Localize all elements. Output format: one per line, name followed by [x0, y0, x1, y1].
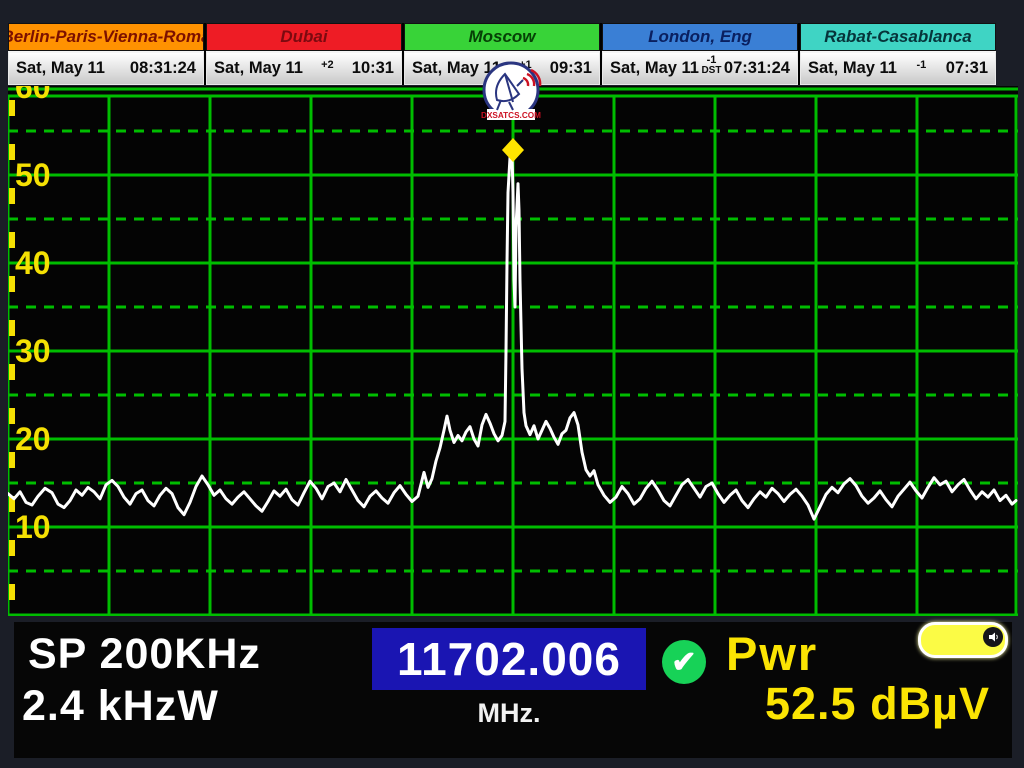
city-label-rabat: Rabat-Casablanca — [800, 23, 996, 51]
tz-offset: +2 — [321, 60, 334, 71]
dxsatcs-logo: DXSATCS.COM — [479, 60, 543, 124]
clock-dubai: Dubai Sat, May 11 +2 10:31 — [206, 23, 402, 85]
city-label-berlin: Berlin-Paris-Vienna-Roma — [8, 23, 204, 51]
speaker-icon — [983, 627, 1003, 647]
clock-date: Sat, May 11 — [214, 59, 303, 78]
span-label: SP 200KHz — [28, 630, 261, 679]
clock-date: Sat, May 11 — [16, 59, 105, 78]
clock-time-berlin: Sat, May 11 08:31:24 — [8, 51, 204, 85]
status-bar: SP 200KHz 2.4 kHzW 11702.006 MHz. ✔ Pwr … — [14, 622, 1012, 758]
satellite-dish-icon: DXSATCS.COM — [479, 60, 543, 124]
power-label: Pwr — [726, 626, 818, 681]
svg-text:60: 60 — [15, 86, 51, 105]
svg-text:20: 20 — [15, 421, 51, 457]
clock-time-dubai: Sat, May 11 +2 10:31 — [206, 51, 402, 85]
lock-check-icon: ✔ — [662, 640, 706, 684]
clock-time-london: Sat, May 11 -1 DST 07:31:24 — [602, 51, 798, 85]
frequency-unit-label: MHz. — [372, 698, 646, 729]
city-label-london: London, Eng — [602, 23, 798, 51]
svg-text:40: 40 — [15, 245, 51, 281]
logo-text: DXSATCS.COM — [481, 111, 541, 120]
city-label-dubai: Dubai — [206, 23, 402, 51]
clock-time: 07:31:24 — [724, 59, 790, 78]
clock-time: 07:31 — [946, 59, 988, 78]
svg-text:50: 50 — [15, 157, 51, 193]
clock-berlin: Berlin-Paris-Vienna-Roma Sat, May 11 08:… — [8, 23, 204, 85]
tz-offset-dst: -1 DST — [701, 55, 721, 76]
clock-time: 10:31 — [352, 59, 394, 78]
clock-date: Sat, May 11 — [610, 59, 699, 78]
spectrum-display: 60 50 40 30 20 10 — [8, 86, 1018, 616]
power-value: 52.5 dBµV — [765, 678, 990, 730]
clock-time: 09:31 — [550, 59, 592, 78]
svg-text:30: 30 — [15, 333, 51, 369]
tz-offset: -1 — [917, 60, 927, 71]
spectrum-chart: 60 50 40 30 20 10 — [8, 86, 1018, 616]
clock-date: Sat, May 11 — [808, 59, 897, 78]
clock-time: 08:31:24 — [130, 59, 196, 78]
svg-text:10: 10 — [15, 509, 51, 545]
clock-rabat: Rabat-Casablanca Sat, May 11 -1 07:31 — [800, 23, 996, 85]
satellite-meter-screen: Berlin-Paris-Vienna-Roma Sat, May 11 08:… — [0, 0, 1024, 768]
clock-time-rabat: Sat, May 11 -1 07:31 — [800, 51, 996, 85]
clock-london: London, Eng Sat, May 11 -1 DST 07:31:24 — [602, 23, 798, 85]
bandwidth-label: 2.4 kHzW — [22, 682, 219, 731]
city-label-moscow: Moscow — [404, 23, 600, 51]
audio-toggle[interactable] — [918, 622, 1008, 658]
frequency-readout[interactable]: 11702.006 — [372, 628, 646, 690]
